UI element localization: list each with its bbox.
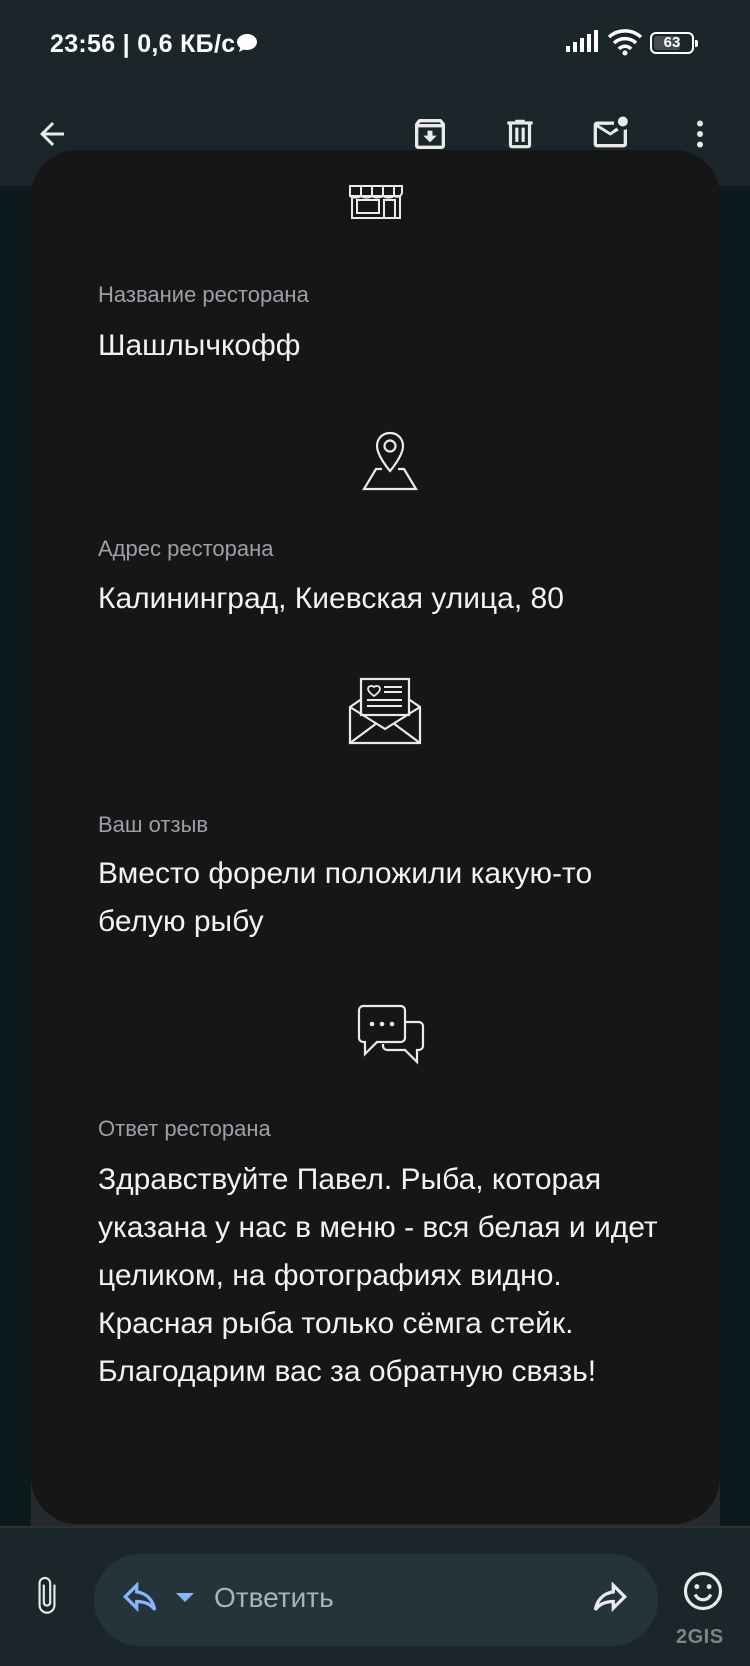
your-review-label: Ваш отзыв [98,812,209,837]
more-vert-icon [697,120,703,148]
emoji-icon[interactable] [682,1570,724,1612]
restaurant-address-value: Калининград, Киевская улица, 80 [98,582,564,615]
signal-icon [566,30,598,52]
attachment-icon[interactable] [30,1574,64,1618]
restaurant-name-label: Название ресторана [98,282,309,307]
map-pin-icon [362,431,418,491]
arrow-back-icon [40,122,64,146]
reply-bar: Ответить [0,1526,750,1666]
restaurant-address-label: Адрес ресторана [98,536,274,561]
your-review-value: Вместо форели положили какую-то белую ры… [98,857,593,938]
restaurant-reply-value: Здравствуйте Павел. Рыба, которая указан… [98,1163,658,1388]
chevron-down-icon[interactable] [174,1590,196,1606]
restaurant-reply-label: Ответ ресторана [98,1116,271,1141]
love-letter-icon [348,677,422,745]
trash-icon [507,119,533,149]
chat-notification-icon [237,34,257,52]
reply-icon[interactable] [120,1582,160,1618]
status-time: 23:56 | 0,6 КБ/с [50,30,236,58]
reply-field[interactable]: Ответить [94,1554,658,1646]
battery-level: 63 [663,34,681,51]
restaurant-name-value: Шашлычкофф [98,329,301,362]
battery-indicator: 63 [650,32,698,54]
status-bar: 23:56 | 0,6 КБ/с 63 [0,0,750,86]
wifi-icon [607,29,643,56]
chat-bubbles-icon [357,1004,425,1065]
mail-unread-icon [593,116,628,148]
storefront-icon [349,185,403,219]
forward-icon[interactable] [590,1582,630,1618]
archive-icon [415,119,445,149]
reply-placeholder: Ответить [214,1582,334,1613]
email-body-card: Название ресторана Шашлычкофф Адрес рест… [31,150,720,1524]
watermark-2gis: 2GIS [676,1626,724,1648]
